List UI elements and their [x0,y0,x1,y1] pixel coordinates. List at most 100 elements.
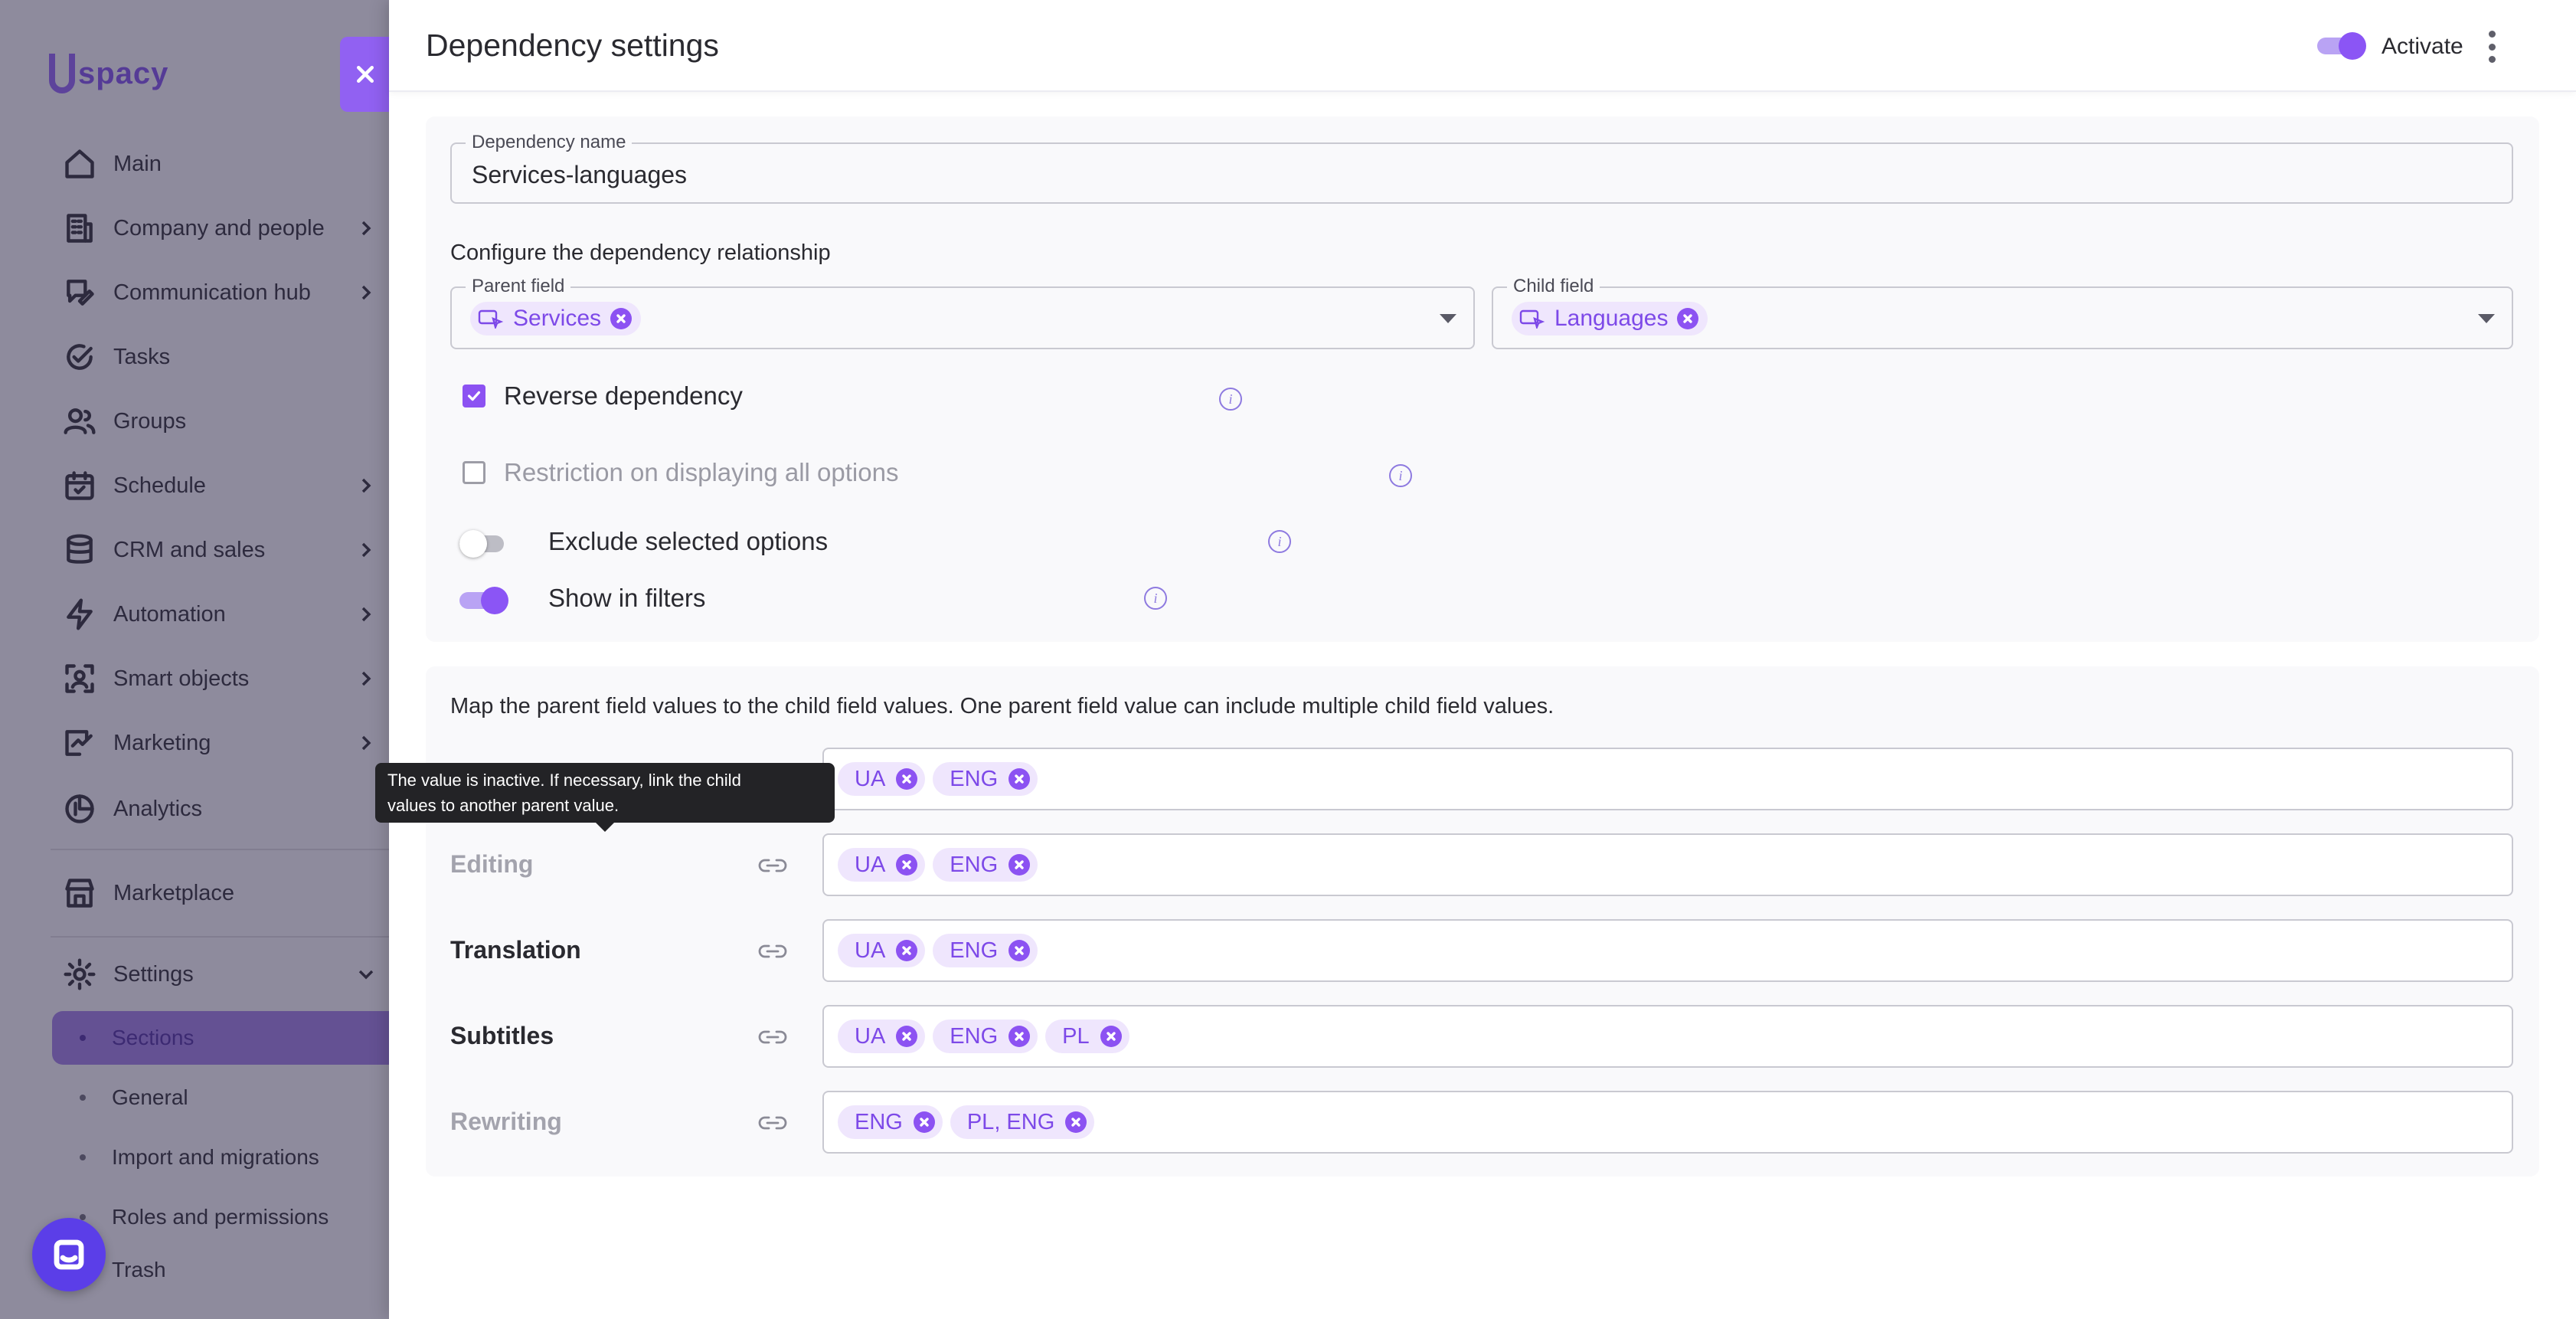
toggle-knob [481,587,508,614]
info-icon[interactable]: i [1268,530,1291,553]
remove-chip-icon[interactable] [1677,308,1699,329]
value-chip: ENG [933,848,1038,882]
field-type-icon [478,309,504,330]
toggle-knob [459,530,487,558]
remove-chip-icon[interactable] [896,940,918,961]
info-icon[interactable]: i [1219,388,1242,411]
chat-icon [54,1239,84,1270]
reverse-dependency-label: Reverse dependency [504,381,743,410]
value-chip: UA [838,934,926,967]
mapping-row-rewriting: Rewriting ENG PL, ENG [450,1091,2513,1154]
parent-value-label: Subtitles [450,1022,554,1049]
tooltip-line: The value is inactive. If necessary, lin… [387,771,741,790]
value-chip-label: ENG [950,766,999,791]
parent-field-value: Services [513,306,602,331]
modal-backdrop[interactable] [0,0,389,1319]
restriction-checkbox[interactable] [463,461,485,484]
field-type-icon [1519,309,1545,330]
dependency-config-card: Dependency name Services-languages Confi… [426,116,2539,642]
exclude-selected-toggle[interactable] [459,530,508,558]
value-chip: ENG [838,1105,943,1139]
value-chip: ENG [933,934,1038,967]
dropdown-arrow-icon[interactable] [1440,314,1456,323]
child-field-select[interactable]: Child field Languages [1492,276,2513,349]
value-chip-label: UA [855,938,886,963]
link-icon[interactable] [757,853,789,878]
exclude-selected-label: Exclude selected options [548,527,829,555]
child-field-label: Child field [1507,276,1600,297]
parent-field-select[interactable]: Parent field Services [450,276,1475,349]
value-chip: ENG [933,762,1038,796]
remove-chip-icon[interactable] [896,768,918,790]
support-chat-button[interactable] [32,1218,106,1291]
reverse-dependency-checkbox[interactable] [463,385,485,407]
close-icon [357,66,374,83]
value-chip-label: UA [855,852,886,877]
info-icon[interactable]: i [1144,587,1167,610]
value-chip: PL, ENG [950,1105,1095,1139]
remove-chip-icon[interactable] [1008,940,1031,961]
configure-relationship-label: Configure the dependency relationship [450,241,831,265]
dependency-name-field[interactable]: Dependency name Services-languages [450,132,2513,204]
remove-chip-icon[interactable] [913,1111,935,1133]
value-chip-label: ENG [950,852,999,877]
child-field-value: Languages [1554,306,1669,331]
value-chip-label: ENG [950,1023,999,1049]
value-chip-label: UA [855,766,886,791]
value-chip-label: PL [1062,1023,1090,1049]
parent-value-label: Translation [450,936,581,964]
dropdown-arrow-icon[interactable] [2478,314,2495,323]
link-icon[interactable] [757,1025,789,1049]
value-mapping-card: Map the parent field values to the child… [426,666,2539,1177]
remove-chip-icon[interactable] [896,854,918,876]
parent-value-label: Editing [450,850,534,878]
child-values-input[interactable]: UA ENG [822,833,2513,896]
child-values-input[interactable]: ENG PL, ENG [822,1091,2513,1154]
remove-chip-icon[interactable] [1008,1026,1031,1047]
value-chip-label: PL, ENG [966,1109,1055,1134]
value-chip: PL [1045,1020,1129,1053]
value-chip: UA [838,1020,926,1053]
parent-value-label: Rewriting [450,1108,562,1135]
remove-chip-icon[interactable] [1065,1111,1087,1133]
restriction-row: Restriction on displaying all options [463,458,898,487]
remove-chip-icon[interactable] [610,308,633,329]
mapping-row-translation: Translation UA ENG [450,919,2513,982]
parent-field-label: Parent field [466,276,571,297]
link-icon[interactable] [757,1111,789,1135]
panel-title: Dependency settings [426,28,719,63]
more-options-icon[interactable] [2484,31,2499,63]
dependency-settings-panel: Dependency settings Activate Dependency … [389,0,2576,1319]
inactive-value-tooltip: The value is inactive. If necessary, lin… [375,763,835,823]
show-in-filters-toggle[interactable] [459,587,508,614]
toggle-knob [2339,32,2366,60]
dependency-name-value[interactable]: Services-languages [472,161,687,189]
value-chip: ENG [933,1020,1038,1053]
child-values-input[interactable]: UA ENG [822,919,2513,982]
dependency-name-label: Dependency name [466,132,633,153]
value-chip-label: UA [855,1023,886,1049]
mapping-row-editing: Editing UA ENG [450,833,2513,896]
value-chip-label: ENG [950,938,999,963]
panel-header: Dependency settings Activate [389,0,2576,92]
remove-chip-icon[interactable] [1008,768,1031,790]
info-icon[interactable]: i [1389,464,1412,487]
value-chip-label: ENG [855,1109,903,1134]
remove-chip-icon[interactable] [1008,854,1031,876]
activate-label: Activate [2381,34,2463,59]
reverse-dependency-row: Reverse dependency [463,381,743,411]
mapping-row-subtitles: Subtitles UA ENG PL [450,1005,2513,1068]
close-panel-button[interactable] [340,37,391,112]
tooltip-line: values to another parent value. [387,796,619,815]
child-values-input[interactable]: UA ENG [822,748,2513,810]
remove-chip-icon[interactable] [1100,1026,1122,1047]
child-field-chip: Languages [1512,302,1708,335]
remove-chip-icon[interactable] [896,1026,918,1047]
activate-toggle[interactable] [2317,32,2366,60]
parent-field-chip: Services [470,302,642,335]
link-icon[interactable] [757,939,789,964]
mapping-description: Map the parent field values to the child… [450,694,1554,718]
restriction-label: Restriction on displaying all options [504,458,899,486]
value-chip: UA [838,762,926,796]
child-values-input[interactable]: UA ENG PL [822,1005,2513,1068]
